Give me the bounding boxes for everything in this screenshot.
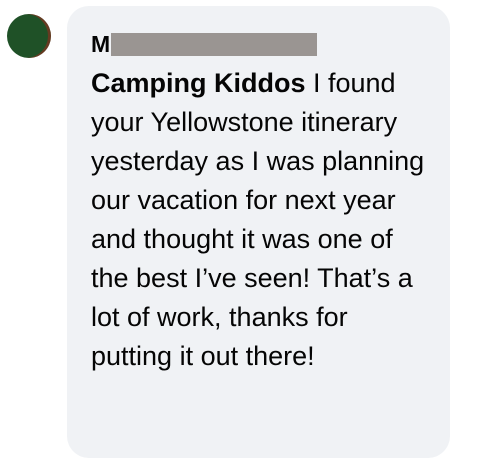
comment: M Camping Kiddos I found your Yellowston… bbox=[0, 0, 480, 470]
comment-text: Camping Kiddos I found your Yellowstone … bbox=[91, 64, 436, 376]
author-name[interactable]: M bbox=[91, 30, 110, 58]
redacted-name-block bbox=[111, 32, 318, 56]
comment-body: I found your Yellowstone itinerary yeste… bbox=[91, 68, 425, 371]
avatar[interactable] bbox=[7, 14, 51, 58]
author-row: M bbox=[91, 30, 432, 58]
mention-link[interactable]: Camping Kiddos bbox=[91, 68, 306, 98]
comment-bubble: M Camping Kiddos I found your Yellowston… bbox=[67, 6, 450, 458]
